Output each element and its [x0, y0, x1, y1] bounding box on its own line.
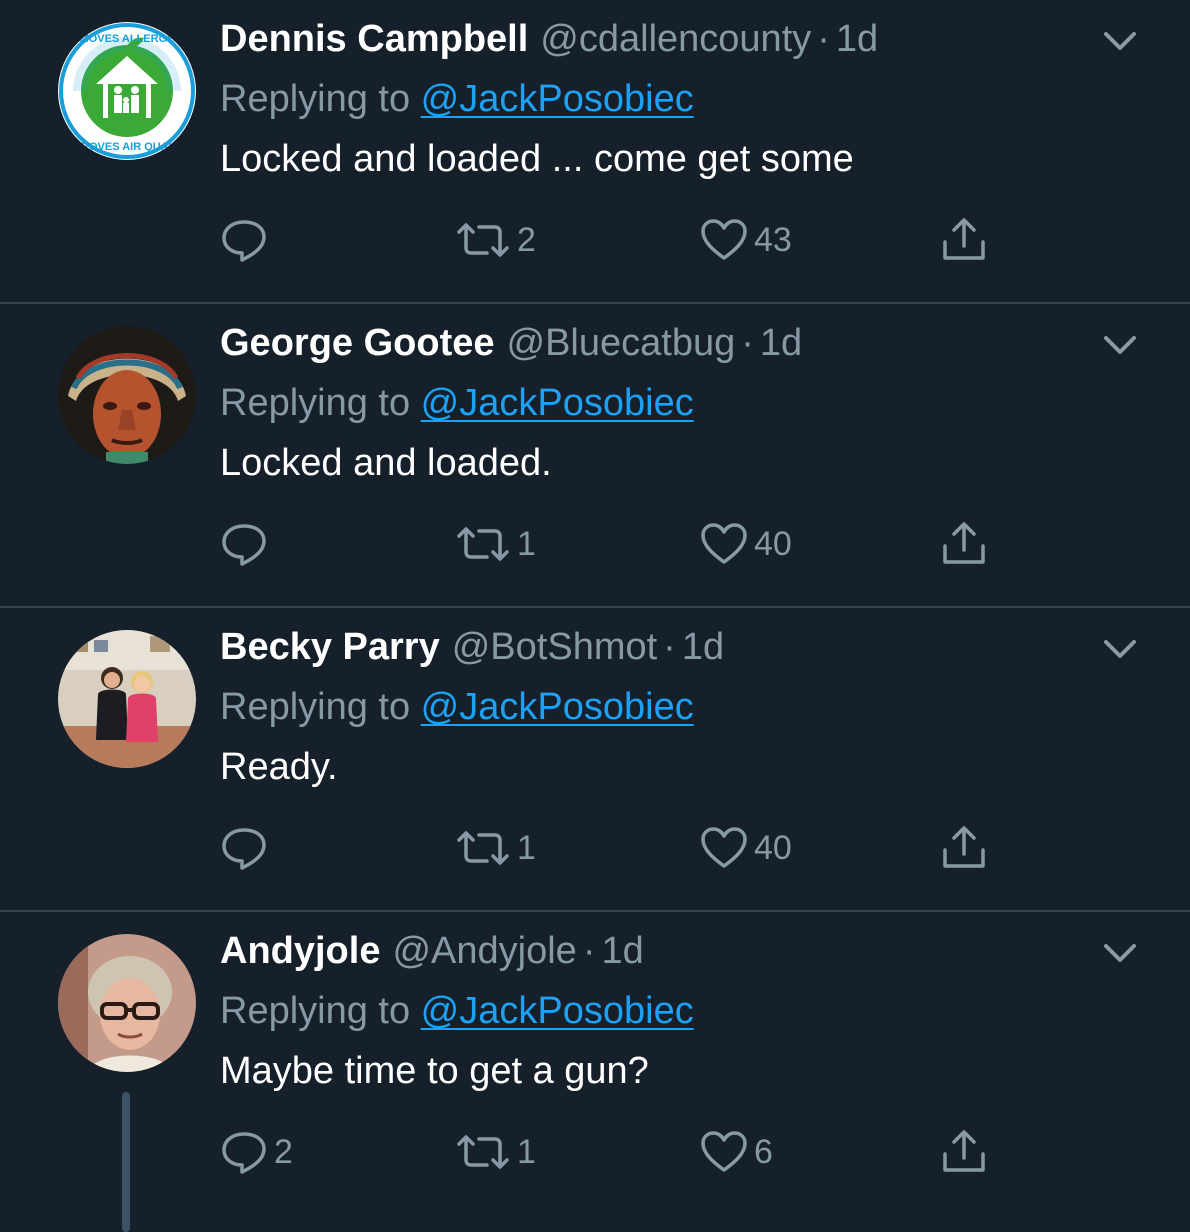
retweet-count: 1	[517, 1132, 536, 1171]
replying-to: Replying to @JackPosobiec	[220, 74, 694, 124]
tweet[interactable]: Andyjole @Andyjole · 1d Replying to @JackPo…	[0, 912, 1190, 1232]
like-count: 40	[754, 828, 792, 867]
action-bar: 1 40	[0, 820, 1190, 880]
retweet-count: 1	[517, 524, 536, 563]
share-icon	[943, 826, 985, 868]
replying-to: Replying to @JackPosobiec	[220, 986, 694, 1036]
avatar[interactable]: REMOVES ALLERGENS IMPROVES AIR QUALITY	[58, 22, 196, 160]
share-button[interactable]	[940, 212, 988, 268]
share-button[interactable]	[940, 516, 988, 572]
share-icon	[943, 522, 985, 564]
statue-photo-icon	[58, 326, 196, 464]
heart-icon	[701, 523, 747, 564]
reply-button[interactable]	[220, 212, 274, 268]
reply-icon	[222, 220, 266, 262]
mention-link[interactable]: @JackPosobiec	[421, 990, 694, 1032]
user-handle[interactable]: @Bluecatbug	[507, 322, 736, 364]
tweet[interactable]: George Gootee @Bluecatbug · 1d Replying to …	[0, 304, 1190, 608]
replying-prefix: Replying to	[220, 990, 421, 1032]
retweet-button[interactable]: 1	[455, 516, 536, 572]
display-name[interactable]: George Gootee	[220, 322, 495, 364]
retweet-button[interactable]: 2	[455, 212, 536, 268]
reply-icon	[222, 828, 266, 870]
replying-to: Replying to @JackPosobiec	[220, 682, 694, 732]
woman-photo-icon	[58, 934, 196, 1072]
share-button[interactable]	[940, 820, 988, 876]
mention-link[interactable]: @JackPosobiec	[421, 686, 694, 728]
reply-icon	[222, 1132, 266, 1174]
share-icon	[943, 218, 985, 260]
chevron-down-icon[interactable]	[1100, 330, 1140, 360]
reply-icon	[222, 524, 266, 566]
tweet-header: Andyjole @Andyjole · 1d	[220, 926, 644, 976]
action-bar: 2 1 6	[0, 1124, 1190, 1184]
avatar[interactable]	[58, 326, 196, 464]
display-name[interactable]: Dennis Campbell	[220, 18, 528, 60]
like-button[interactable]: 40	[700, 516, 792, 572]
heart-icon	[701, 219, 747, 260]
mention-link[interactable]: @JackPosobiec	[421, 382, 694, 424]
user-handle[interactable]: @BotShmot	[452, 626, 657, 668]
replying-to: Replying to @JackPosobiec	[220, 378, 694, 428]
heart-icon	[701, 1131, 747, 1172]
reply-button[interactable]	[220, 516, 274, 572]
reply-count: 2	[274, 1132, 293, 1171]
retweet-button[interactable]: 1	[455, 1124, 536, 1180]
tweet-text: Locked and loaded ... come get some	[220, 138, 854, 180]
tweet-text: Locked and loaded.	[220, 442, 552, 484]
replying-prefix: Replying to	[220, 78, 421, 120]
display-name[interactable]: Andyjole	[220, 930, 380, 972]
tweet-header: George Gootee @Bluecatbug · 1d	[220, 318, 802, 368]
replying-prefix: Replying to	[220, 382, 421, 424]
retweet-count: 2	[517, 220, 536, 259]
timestamp[interactable]: 1d	[836, 18, 878, 60]
separator: ·	[663, 626, 676, 668]
replying-prefix: Replying to	[220, 686, 421, 728]
svg-text:IMPROVES AIR QUALITY: IMPROVES AIR QUALITY	[62, 141, 194, 153]
retweet-icon	[457, 831, 509, 865]
timestamp[interactable]: 1d	[760, 322, 802, 364]
tweet-text: Maybe time to get a gun?	[220, 1050, 649, 1092]
like-count: 43	[754, 220, 792, 259]
separator: ·	[582, 930, 596, 972]
heart-icon	[701, 827, 747, 868]
allergen-logo-icon: REMOVES ALLERGENS IMPROVES AIR QUALITY	[58, 22, 196, 160]
svg-text:REMOVES ALLERGENS: REMOVES ALLERGENS	[64, 33, 190, 45]
mention-link[interactable]: @JackPosobiec	[421, 78, 694, 120]
avatar[interactable]	[58, 934, 196, 1072]
reply-button[interactable]	[220, 820, 274, 876]
like-count: 6	[754, 1132, 773, 1171]
tweet-text: Ready.	[220, 746, 338, 788]
reply-button[interactable]: 2	[220, 1124, 293, 1180]
chevron-down-icon[interactable]	[1100, 26, 1140, 56]
like-button[interactable]: 40	[700, 820, 792, 876]
display-name[interactable]: Becky Parry	[220, 626, 440, 668]
tweet-header: Dennis Campbell @cdallencounty · 1d	[220, 14, 878, 64]
like-button[interactable]: 43	[700, 212, 792, 268]
separator: ·	[741, 322, 754, 364]
action-bar: 2 43	[0, 212, 1190, 272]
timestamp[interactable]: 1d	[682, 626, 724, 668]
tweet[interactable]: Becky Parry @BotShmot · 1d Replying to @Jac…	[0, 608, 1190, 912]
retweet-icon	[457, 223, 509, 257]
user-handle[interactable]: @Andyjole	[392, 930, 576, 972]
retweet-icon	[457, 527, 509, 561]
share-icon	[943, 1130, 985, 1172]
retweet-button[interactable]: 1	[455, 820, 536, 876]
chevron-down-icon[interactable]	[1100, 938, 1140, 968]
tweet[interactable]: REMOVES ALLERGENS IMPROVES AIR QUALITY D…	[0, 0, 1190, 304]
like-button[interactable]: 6	[700, 1124, 773, 1180]
chevron-down-icon[interactable]	[1100, 634, 1140, 664]
timestamp[interactable]: 1d	[601, 930, 643, 972]
share-button[interactable]	[940, 1124, 988, 1180]
like-count: 40	[754, 524, 792, 563]
action-bar: 1 40	[0, 516, 1190, 576]
user-handle[interactable]: @cdallencounty	[540, 18, 811, 60]
tweet-header: Becky Parry @BotShmot · 1d	[220, 622, 724, 672]
avatar[interactable]	[58, 630, 196, 768]
retweet-count: 1	[517, 828, 536, 867]
retweet-icon	[457, 1135, 509, 1169]
people-photo-icon	[58, 630, 196, 768]
separator: ·	[817, 18, 830, 60]
